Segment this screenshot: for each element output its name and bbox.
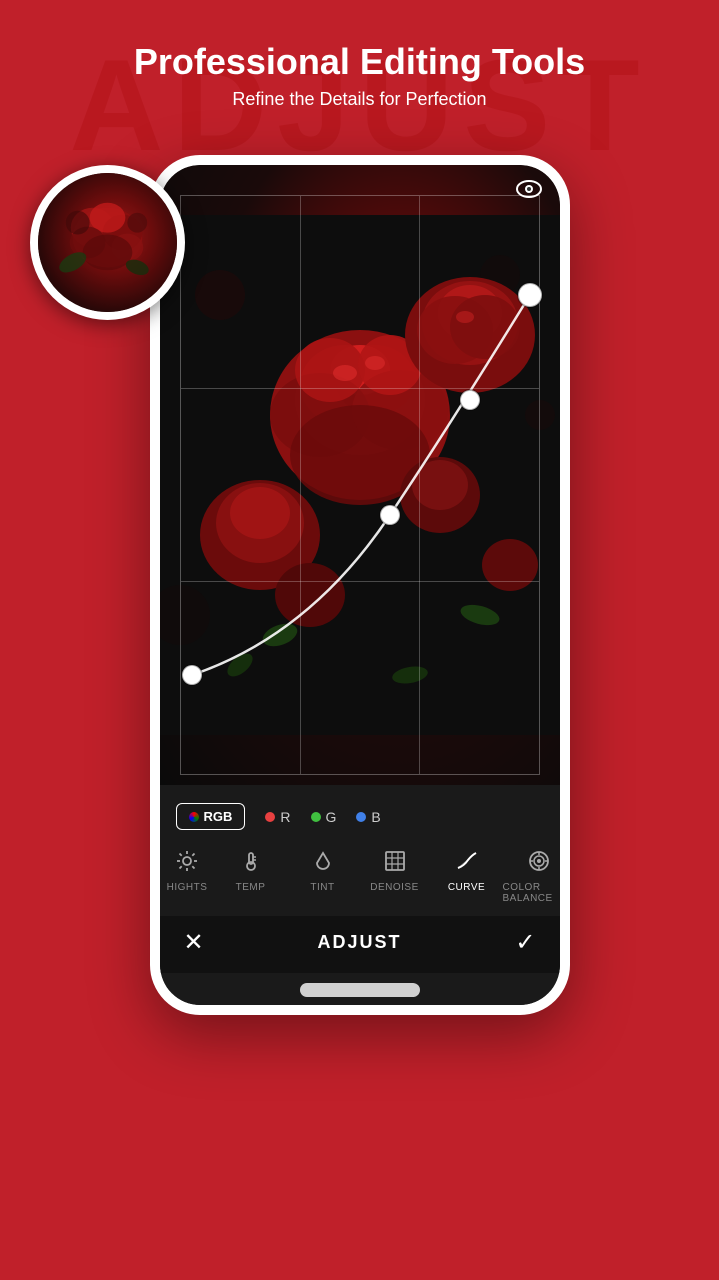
header-title: Professional Editing Tools	[0, 40, 719, 83]
header-section: Professional Editing Tools Refine the De…	[0, 40, 719, 110]
header-subtitle: Refine the Details for Perfection	[0, 89, 719, 110]
rgb-label: RGB	[204, 809, 233, 824]
r-label: R	[280, 809, 290, 825]
tool-denoise[interactable]: DENOISE	[359, 846, 431, 897]
tool-color-balance[interactable]: COLOR BALANCE	[503, 846, 560, 908]
phone-inner: RGB R G B	[160, 165, 560, 1005]
before-preview-circle	[30, 165, 185, 320]
tool-curve[interactable]: CURVE	[431, 846, 503, 897]
r-channel-button[interactable]: R	[265, 809, 290, 825]
rgb-dot	[189, 812, 199, 822]
home-button[interactable]	[300, 983, 420, 997]
g-label: G	[326, 809, 337, 825]
denoise-label: DENOISE	[370, 882, 419, 893]
tool-bar: HIGHTS TEMP	[160, 840, 560, 916]
g-channel-button[interactable]: G	[311, 809, 337, 825]
tool-tint[interactable]: TINT	[287, 846, 359, 897]
denoise-icon	[384, 850, 406, 878]
b-channel-button[interactable]: B	[356, 809, 380, 825]
r-dot	[265, 812, 275, 822]
action-bar: ✕ ADJUST ✓	[160, 916, 560, 973]
b-label: B	[371, 809, 380, 825]
highlights-icon	[176, 850, 198, 878]
tool-highlights[interactable]: HIGHTS	[160, 846, 215, 897]
temp-icon	[240, 850, 262, 878]
phone-frame: RGB R G B	[150, 155, 570, 1015]
color-balance-icon	[528, 850, 550, 878]
tint-icon	[312, 850, 334, 878]
before-preview-image	[38, 173, 177, 312]
color-balance-label: COLOR BALANCE	[503, 882, 560, 904]
cancel-button[interactable]: ✕	[184, 928, 204, 957]
curve-svg	[160, 165, 560, 785]
rgb-channel-button[interactable]: RGB	[176, 803, 246, 830]
action-title: ADJUST	[317, 932, 401, 953]
image-area[interactable]	[160, 165, 560, 785]
g-dot	[311, 812, 321, 822]
curve-icon	[456, 850, 478, 878]
curve-label: CURVE	[448, 882, 485, 893]
tint-label: TINT	[310, 882, 334, 893]
b-dot	[356, 812, 366, 822]
tool-temp[interactable]: TEMP	[215, 846, 287, 897]
confirm-button[interactable]: ✓	[515, 928, 535, 957]
temp-label: TEMP	[236, 882, 266, 893]
eye-icon[interactable]	[516, 179, 542, 205]
rgb-selector: RGB R G B	[160, 797, 560, 840]
bottom-controls: RGB R G B	[160, 785, 560, 1005]
highlights-label: HIGHTS	[167, 882, 208, 893]
